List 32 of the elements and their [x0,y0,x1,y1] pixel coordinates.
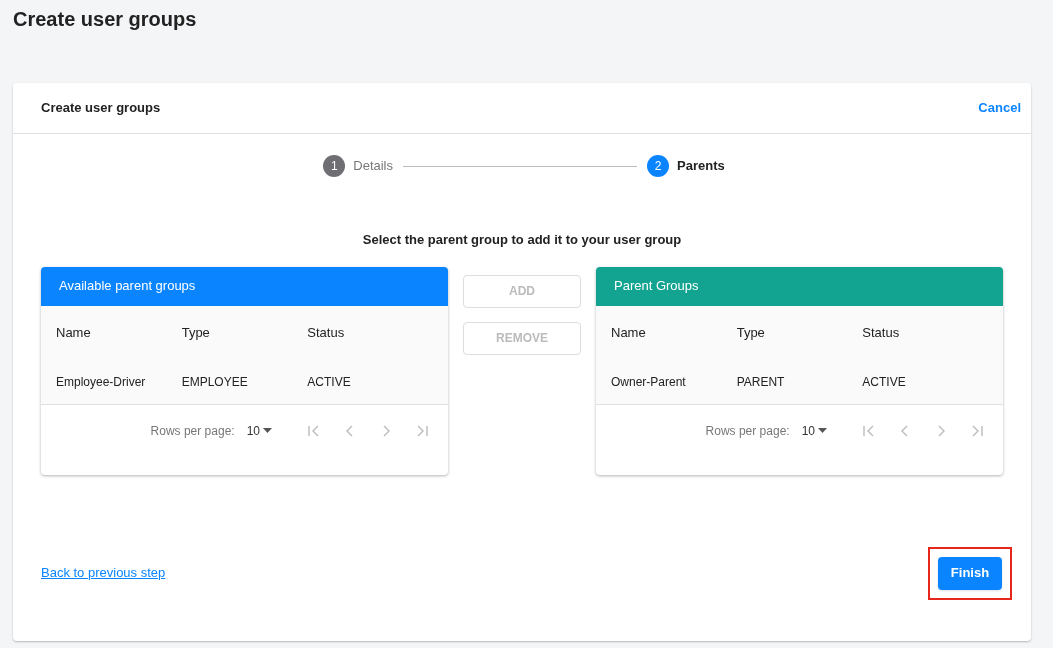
panel-header: Available parent groups [41,266,448,306]
panel-header: Parent Groups [596,266,1003,306]
table-cell-text: ACTIVE [862,373,907,391]
rows-per-page-select[interactable]: 10 [801,421,827,440]
rows-per-page-label: Rows per page: [150,422,235,440]
step-number: 2 [647,155,669,177]
card-title: Create user groups [41,99,161,118]
column-header: Name [611,323,647,342]
step-number: 1 [323,155,346,177]
table-cell-text: Owner-Parent [611,373,687,391]
column-header: Name [56,323,92,342]
table-cell-text: EMPLOYEE [181,373,249,391]
column-header: Type [736,323,766,342]
back-link[interactable]: Back to previous step [41,563,166,583]
instruction-text: Select the parent group to add it to your user group [361,231,683,249]
step-label: Details [353,157,393,176]
rows-per-page-label: Rows per page: [705,422,790,440]
step-tab[interactable]: 1 Details [323,155,393,177]
rows-per-page-select[interactable]: 10 [246,421,272,440]
caret-icon[interactable] [263,428,272,433]
page-title: Create user groups [13,7,197,32]
column-header: Type [181,323,211,342]
caret-icon[interactable] [818,428,827,433]
table-cell-text: PARENT [736,373,786,391]
finish-button[interactable]: Finish [938,556,1002,590]
table-cell-text: ACTIVE [307,373,352,391]
column-header: Status [862,323,901,342]
column-header: Status [307,323,346,342]
step-tab[interactable]: 2 Parents [647,155,725,177]
table-cell-text: Employee-Driver [56,373,147,391]
cancel-link[interactable]: Cancel [978,98,1021,118]
step-label: Parents [677,157,725,176]
